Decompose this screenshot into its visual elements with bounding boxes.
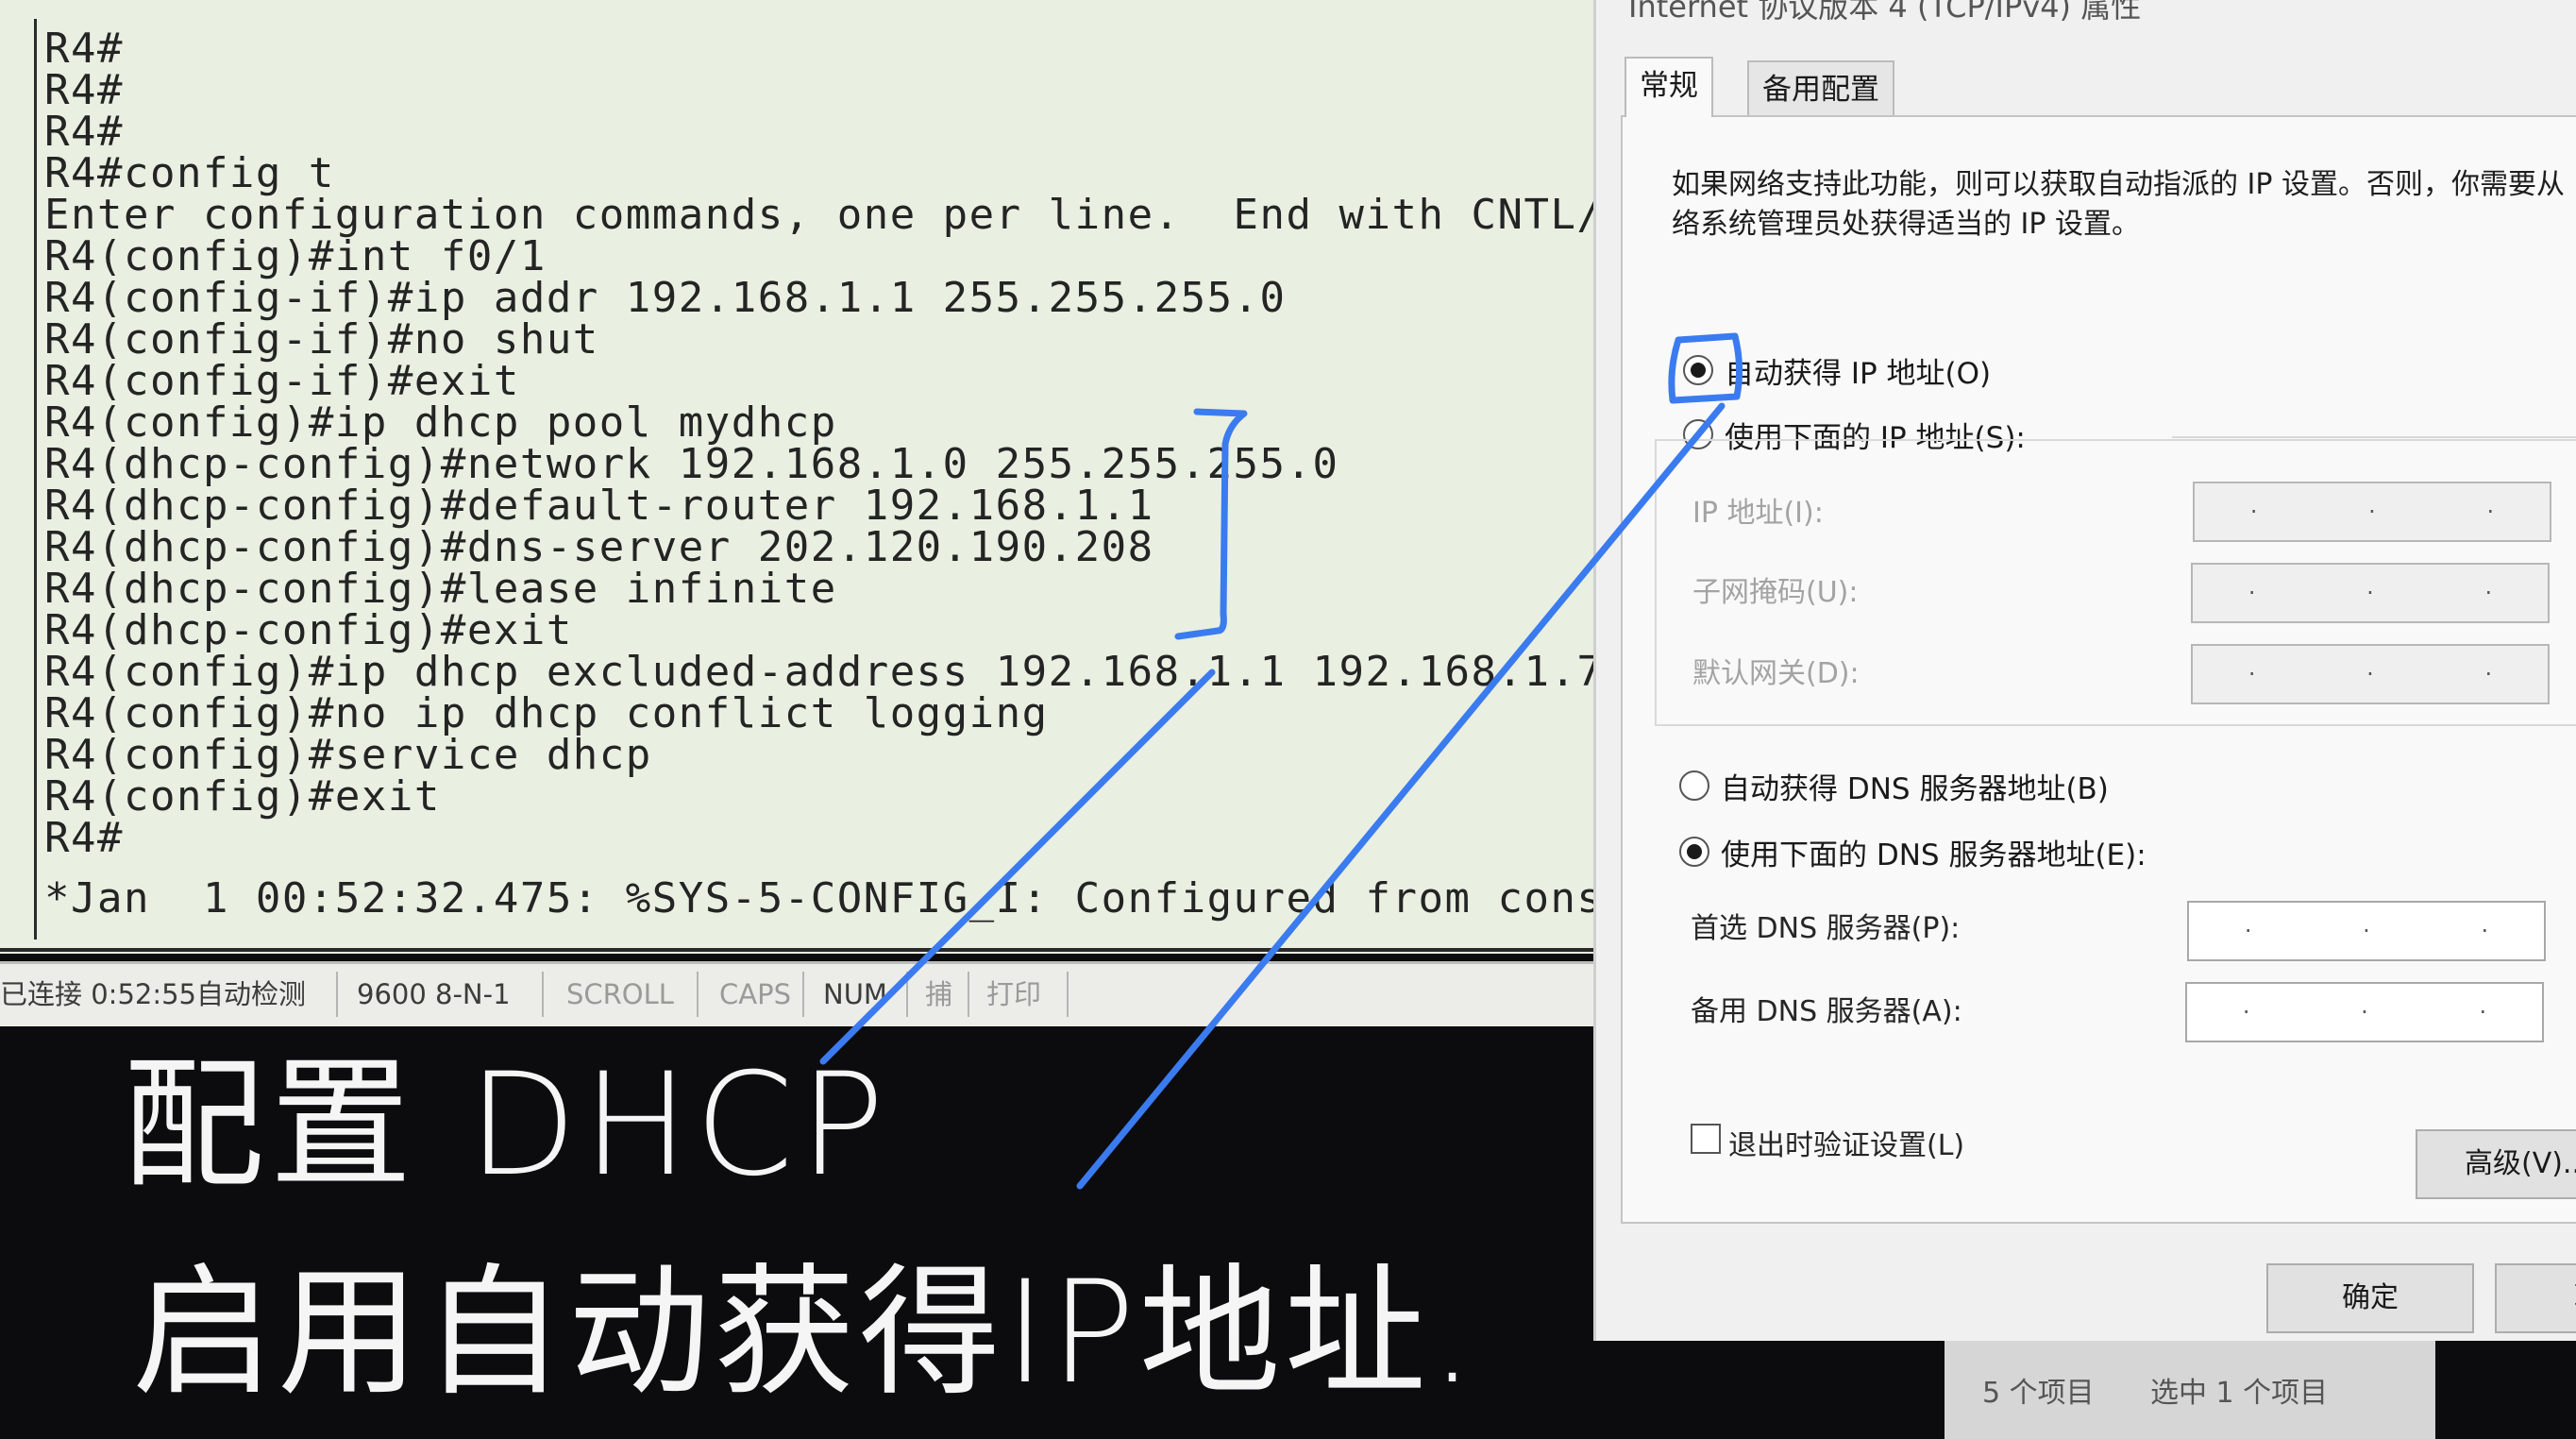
advanced-button[interactable]: 高级(V)... <box>2416 1129 2576 1199</box>
terminal-line: R4# <box>44 814 124 862</box>
subnet-mask-label: 子网掩码(U): <box>1692 576 1859 609</box>
terminal-line: R4(dhcp-config)#default-router 192.168.1… <box>44 482 1154 530</box>
status-separator <box>906 972 908 1017</box>
ip-dot-icon: · <box>2486 499 2495 525</box>
preferred-dns-input[interactable]: · · · <box>2187 901 2546 961</box>
terminal-line: R4# <box>44 108 124 156</box>
ip-address-input[interactable]: · · · <box>2193 482 2551 542</box>
ip-address-label: IP 地址(I): <box>1692 497 1824 530</box>
status-capture: 捕 <box>925 978 953 1010</box>
terminal-line: R4(config-if)#no shut <box>44 315 599 364</box>
gateway-input[interactable]: · · · <box>2191 644 2550 704</box>
validate-checkbox[interactable] <box>1691 1124 1721 1154</box>
status-scroll: SCROLL <box>566 978 674 1010</box>
manual-dns-option[interactable]: 使用下面的 DNS 服务器地址(E): <box>1679 833 2147 872</box>
auto-dns-option[interactable]: 自动获得 DNS 服务器地址(B) <box>1679 767 2109 806</box>
explorer-selected-count: 选中 1 个项目 <box>2150 1377 2329 1410</box>
dialog-title: Internet 协议版本 4 (TCP/IPv4) 属性 <box>1628 0 2142 25</box>
ok-button[interactable]: 确定 <box>2266 1263 2474 1333</box>
terminal-line: R4(config)#int f0/1 <box>44 232 547 280</box>
terminal-line: R4# <box>44 25 124 73</box>
auto-ip-radio[interactable] <box>1683 355 1713 385</box>
terminal-line: R4(config)#exit <box>44 772 441 821</box>
terminal-line: R4(config)#service dhcp <box>44 731 652 779</box>
ip-dot-icon: · <box>2248 661 2256 687</box>
terminal-window[interactable]: R4# R4# R4# R4#config t Enter configurat… <box>0 0 1595 954</box>
terminal-line: R4(dhcp-config)#lease infinite <box>44 565 837 613</box>
tab-general[interactable]: 常规 <box>1625 57 1713 117</box>
ip-dot-icon: · <box>2484 580 2493 606</box>
validate-label: 退出时验证设置(L) <box>1728 1129 1965 1162</box>
preferred-dns-label: 首选 DNS 服务器(P): <box>1691 912 1961 945</box>
ip-dot-icon: · <box>2484 661 2493 687</box>
auto-ip-label: 自动获得 IP 地址(O) <box>1725 356 1992 391</box>
status-print: 打印 <box>986 978 1042 1010</box>
status-separator <box>1067 972 1069 1017</box>
auto-dns-radio[interactable] <box>1679 770 1709 801</box>
terminal-line: R4(dhcp-config)#dns-server 202.120.190.2… <box>44 523 1154 571</box>
terminal-line: R4(dhcp-config)#exit <box>44 606 573 654</box>
tab-alternate[interactable]: 备用配置 <box>1747 60 1894 117</box>
terminal-line: R4#config t <box>44 149 335 197</box>
annotation-configure-dhcp: 配置 DHCP <box>123 1043 891 1208</box>
auto-dns-label: 自动获得 DNS 服务器地址(B) <box>1721 771 2109 806</box>
ip-dot-icon: · <box>2248 580 2256 606</box>
ip-dot-icon: · <box>2244 918 2252 944</box>
status-baud: 9600 8-N-1 <box>357 978 511 1010</box>
status-detect: 自动检测 <box>196 978 307 1010</box>
gateway-label: 默认网关(D): <box>1692 657 1860 690</box>
cancel-button[interactable]: 取消 <box>2495 1263 2576 1333</box>
terminal-line: R4(dhcp-config)#network 192.168.1.0 255.… <box>44 440 1339 488</box>
status-num: NUM <box>823 978 887 1010</box>
manual-dns-radio[interactable] <box>1679 837 1709 867</box>
ip-dot-icon: · <box>2366 661 2374 687</box>
ip-dot-icon: · <box>2481 918 2489 944</box>
dialog-description: 如果网络支持此功能，则可以获取自动指派的 IP 设置。否则，你需要从 <box>1672 168 2566 201</box>
terminal-line: Enter configuration commands, one per li… <box>44 191 1595 239</box>
ip-dot-icon: · <box>2361 999 2368 1025</box>
ip-dot-icon: · <box>2242 999 2250 1025</box>
terminal-line: R4(config)#ip dhcp excluded-address 192.… <box>44 648 1595 696</box>
explorer-status-bar: 5 个项目 选中 1 个项目 <box>1945 1341 2435 1439</box>
terminal-line: R4(config-if)#exit <box>44 357 520 405</box>
ip-dot-icon: · <box>2249 499 2258 525</box>
status-caps: CAPS <box>719 978 791 1010</box>
alternate-dns-label: 备用 DNS 服务器(A): <box>1691 995 1962 1028</box>
terminal-line: *Jan 1 00:52:32.475: %SYS-5-CONFIG_I: Co… <box>44 874 1595 923</box>
ip-dot-icon: · <box>2363 918 2370 944</box>
annotation-enable-auto-ip: 启用自动获得IP地址. <box>132 1251 1479 1415</box>
ipv4-properties-dialog: Internet 协议版本 4 (TCP/IPv4) 属性 常规 备用配置 如果… <box>1593 0 2576 1341</box>
explorer-item-count: 5 个项目 <box>1982 1377 2095 1410</box>
status-separator <box>968 972 969 1017</box>
status-connected: 已连接 0:52:55 <box>0 978 197 1010</box>
terminal-output[interactable]: R4# R4# R4# R4#config t Enter configurat… <box>34 19 1595 940</box>
ip-dot-icon: · <box>2368 499 2376 525</box>
terminal-line: R4# <box>44 66 124 114</box>
terminal-line: R4(config-if)#ip addr 192.168.1.1 255.25… <box>44 274 1287 322</box>
ip-dot-icon: · <box>2366 580 2374 606</box>
dialog-description: 络系统管理员处获得适当的 IP 设置。 <box>1672 208 2141 241</box>
terminal-line: R4(config)#ip dhcp pool mydhcp <box>44 398 837 447</box>
terminal-divider <box>0 948 1595 952</box>
manual-dns-label: 使用下面的 DNS 服务器地址(E): <box>1721 838 2147 872</box>
alternate-dns-input[interactable]: · · · <box>2185 982 2544 1042</box>
group-header-line <box>2172 436 2576 438</box>
terminal-line: R4(config)#no ip dhcp conflict logging <box>44 689 1049 737</box>
auto-ip-option[interactable]: 自动获得 IP 地址(O) <box>1683 351 1992 391</box>
ip-dot-icon: · <box>2479 999 2487 1025</box>
subnet-mask-input[interactable]: · · · <box>2191 563 2550 623</box>
